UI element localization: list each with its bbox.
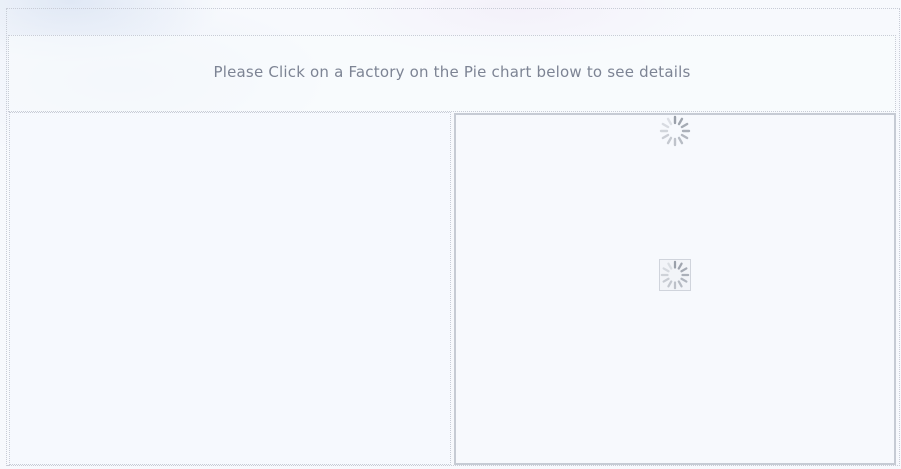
loading-spinner-icon	[659, 259, 691, 291]
header-panel: Please Click on a Factory on the Pie cha…	[8, 35, 896, 112]
factory-details-panel	[454, 113, 896, 465]
pie-chart-panel	[9, 112, 451, 465]
instruction-text: Please Click on a Factory on the Pie cha…	[213, 63, 691, 81]
divider	[8, 465, 418, 466]
loading-spinner-icon	[659, 115, 691, 147]
